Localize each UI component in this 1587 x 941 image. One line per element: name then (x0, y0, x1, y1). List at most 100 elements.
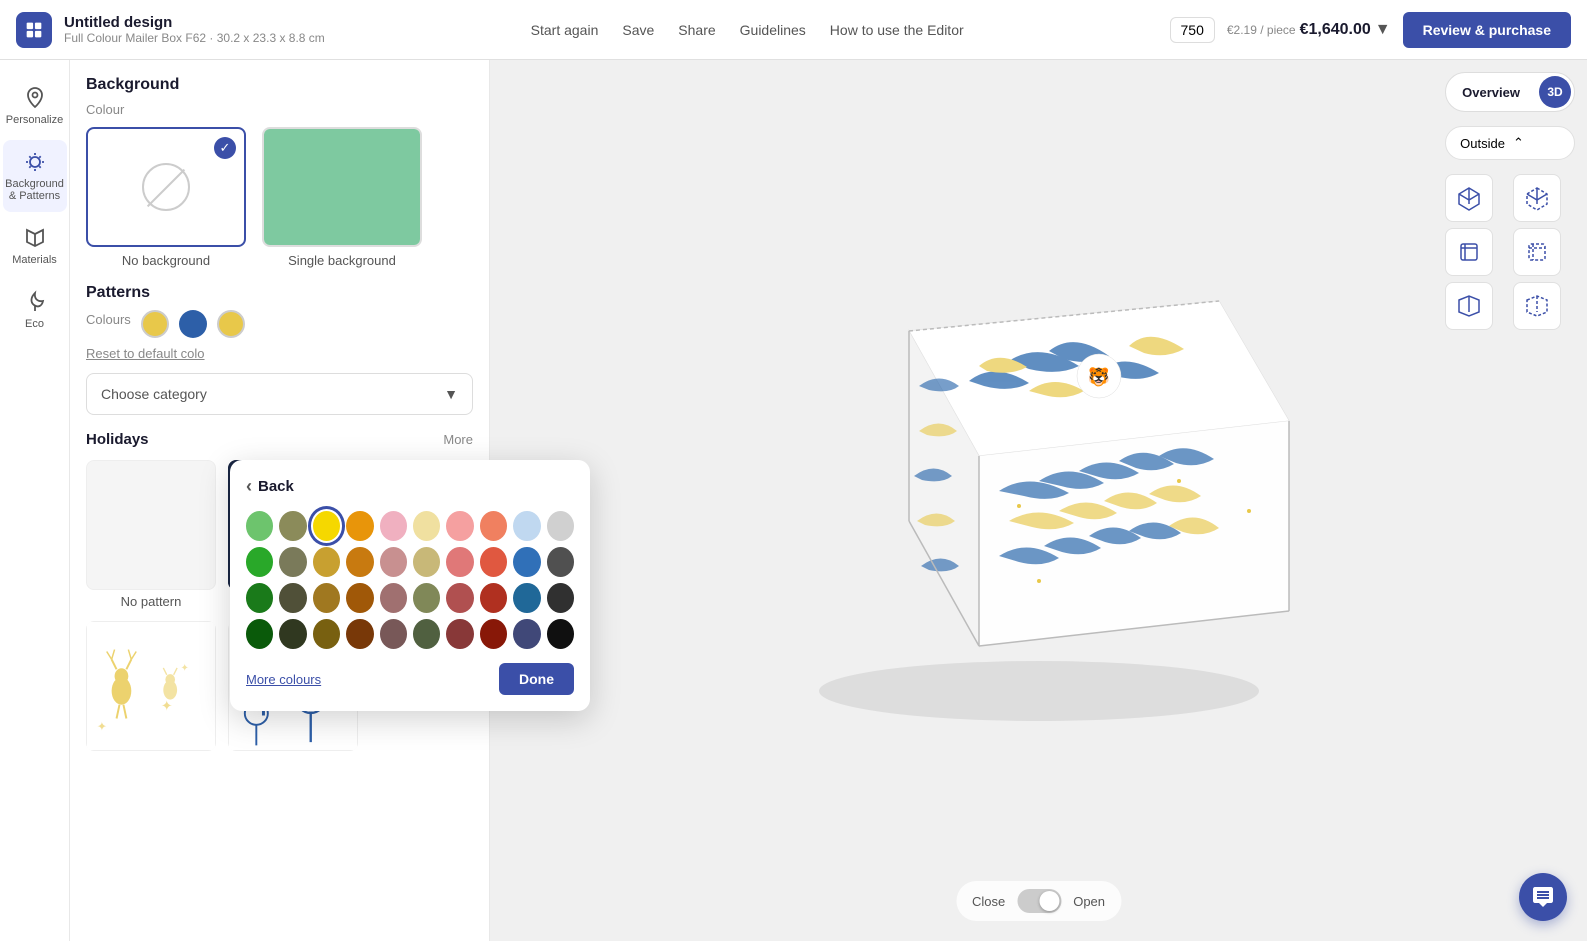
box-preview-area: 🐯 (490, 60, 1587, 941)
outside-dropdown[interactable]: Outside ⌃ (1445, 126, 1575, 160)
nav-start-again[interactable]: Start again (531, 22, 599, 38)
colour-brown[interactable] (346, 619, 373, 649)
colour-rose-mid[interactable] (380, 547, 407, 577)
colour-blue-dark[interactable] (513, 583, 540, 613)
nav-guidelines[interactable]: Guidelines (740, 22, 806, 38)
review-purchase-button[interactable]: Review & purchase (1403, 12, 1571, 48)
colour-red-dark[interactable] (446, 583, 473, 613)
colour-gray-light[interactable] (547, 511, 574, 541)
colour-rose-dark[interactable] (380, 583, 407, 613)
close-open-toggle: Close Open (956, 881, 1121, 921)
header-right: 750 €2.19 / piece €1,640.00 ▼ Review & p… (1170, 12, 1572, 48)
svg-text:✦: ✦ (97, 719, 107, 733)
swatch-blue[interactable] (179, 310, 207, 338)
colour-tan[interactable] (413, 547, 440, 577)
bg-single-box[interactable] (262, 127, 422, 247)
colour-forest[interactable] (246, 619, 273, 649)
colour-pink-light[interactable] (380, 511, 407, 541)
bg-option-single[interactable]: Single background (262, 127, 422, 268)
overview-tab[interactable]: Overview (1446, 77, 1536, 108)
colour-label: Colour (86, 102, 473, 117)
colour-burgundy[interactable] (446, 619, 473, 649)
colour-armygreen[interactable] (413, 619, 440, 649)
colour-yellow[interactable] (313, 511, 340, 541)
holidays-header: Holidays More (86, 431, 473, 448)
sidebar-item-materials[interactable]: Materials (3, 216, 67, 276)
colour-blue-light[interactable] (513, 511, 540, 541)
deer-preview: ✦ ✦ ✦ (86, 621, 216, 751)
background-section: Background Colour No background (86, 76, 473, 268)
sidebar-item-personalize[interactable]: Personalize (3, 76, 67, 136)
colour-salmon-light[interactable] (446, 511, 473, 541)
colour-olive-light[interactable] (279, 511, 306, 541)
nav-save[interactable]: Save (622, 22, 654, 38)
colour-green-dark[interactable] (246, 583, 273, 613)
back-arrow-icon: ‹ (246, 476, 252, 497)
colour-sage[interactable] (413, 583, 440, 613)
colour-mauve[interactable] (380, 619, 407, 649)
choose-category-dropdown[interactable]: Choose category ▼ (86, 373, 473, 415)
colour-coral[interactable] (480, 511, 507, 541)
colour-gray-mid[interactable] (547, 547, 574, 577)
threed-tab[interactable]: 3D (1539, 76, 1571, 108)
picker-back-button[interactable]: ‹ Back (246, 476, 574, 497)
svg-text:✦: ✦ (161, 699, 173, 714)
bg-none-box[interactable] (86, 127, 246, 247)
box-toggle-switch[interactable] (1017, 889, 1061, 913)
colour-olive-dark[interactable] (279, 583, 306, 613)
main-nav: Start again Save Share Guidelines How to… (531, 22, 964, 38)
toggle-knob (1039, 891, 1059, 911)
svg-text:✦: ✦ (181, 663, 189, 674)
colour-black[interactable] (547, 619, 574, 649)
swatch-yellow2[interactable] (217, 310, 245, 338)
outside-label: Outside (1460, 136, 1505, 151)
pattern-no-pattern[interactable]: No pattern (86, 460, 216, 609)
sidebar-item-background[interactable]: Background & Patterns (3, 140, 67, 212)
colour-orange[interactable] (346, 511, 373, 541)
cube-view-4[interactable] (1513, 228, 1561, 276)
colour-red-mid[interactable] (480, 547, 507, 577)
colour-gold-dark[interactable] (313, 583, 340, 613)
colour-darkred[interactable] (480, 619, 507, 649)
cube-view-6[interactable] (1513, 282, 1561, 330)
cube-view-5[interactable] (1445, 282, 1493, 330)
nav-share[interactable]: Share (678, 22, 715, 38)
colour-darkolive[interactable] (279, 619, 306, 649)
colour-blue-mid[interactable] (513, 547, 540, 577)
pattern-deer[interactable]: ✦ ✦ ✦ (86, 621, 216, 751)
colour-orange-mid[interactable] (346, 547, 373, 577)
colour-red-light[interactable] (446, 547, 473, 577)
colour-navy[interactable] (513, 619, 540, 649)
reset-link[interactable]: Reset to default colo (86, 346, 473, 361)
sidebar-item-eco[interactable]: Eco (3, 280, 67, 340)
more-colours-link[interactable]: More colours (246, 672, 321, 687)
swatch-yellow[interactable] (141, 310, 169, 338)
colour-crimson[interactable] (480, 583, 507, 613)
chat-button[interactable] (1519, 873, 1567, 921)
price-total: €1,640.00 (1300, 21, 1371, 39)
quantity-selector[interactable]: 750 (1170, 17, 1215, 43)
colour-cream[interactable] (413, 511, 440, 541)
holidays-more[interactable]: More (443, 432, 473, 447)
bg-none-label: No background (122, 253, 210, 268)
cube-view-2[interactable] (1513, 174, 1561, 222)
holidays-title: Holidays (86, 431, 149, 448)
colours-sub-label: Colours (86, 312, 131, 327)
colour-green-mid[interactable] (246, 547, 273, 577)
cube-view-1[interactable] (1445, 174, 1493, 222)
cube-view-3[interactable] (1445, 228, 1493, 276)
colour-gold-mid[interactable] (313, 547, 340, 577)
price-chevron-icon[interactable]: ▼ (1375, 21, 1391, 39)
colour-gray-dark[interactable] (547, 583, 574, 613)
colour-grid (246, 511, 574, 649)
done-button[interactable]: Done (499, 663, 574, 695)
colour-darkgold[interactable] (313, 619, 340, 649)
sidebar-label-background: Background & Patterns (5, 178, 64, 202)
product-name: Full Colour Mailer Box F62 · 30.2 x 23.3… (64, 31, 325, 45)
colour-green-light[interactable] (246, 511, 273, 541)
nav-how-to-use[interactable]: How to use the Editor (830, 22, 964, 38)
colour-olive-mid[interactable] (279, 547, 306, 577)
close-label: Close (972, 894, 1005, 909)
colour-orange-dark[interactable] (346, 583, 373, 613)
bg-option-none[interactable]: No background (86, 127, 246, 268)
